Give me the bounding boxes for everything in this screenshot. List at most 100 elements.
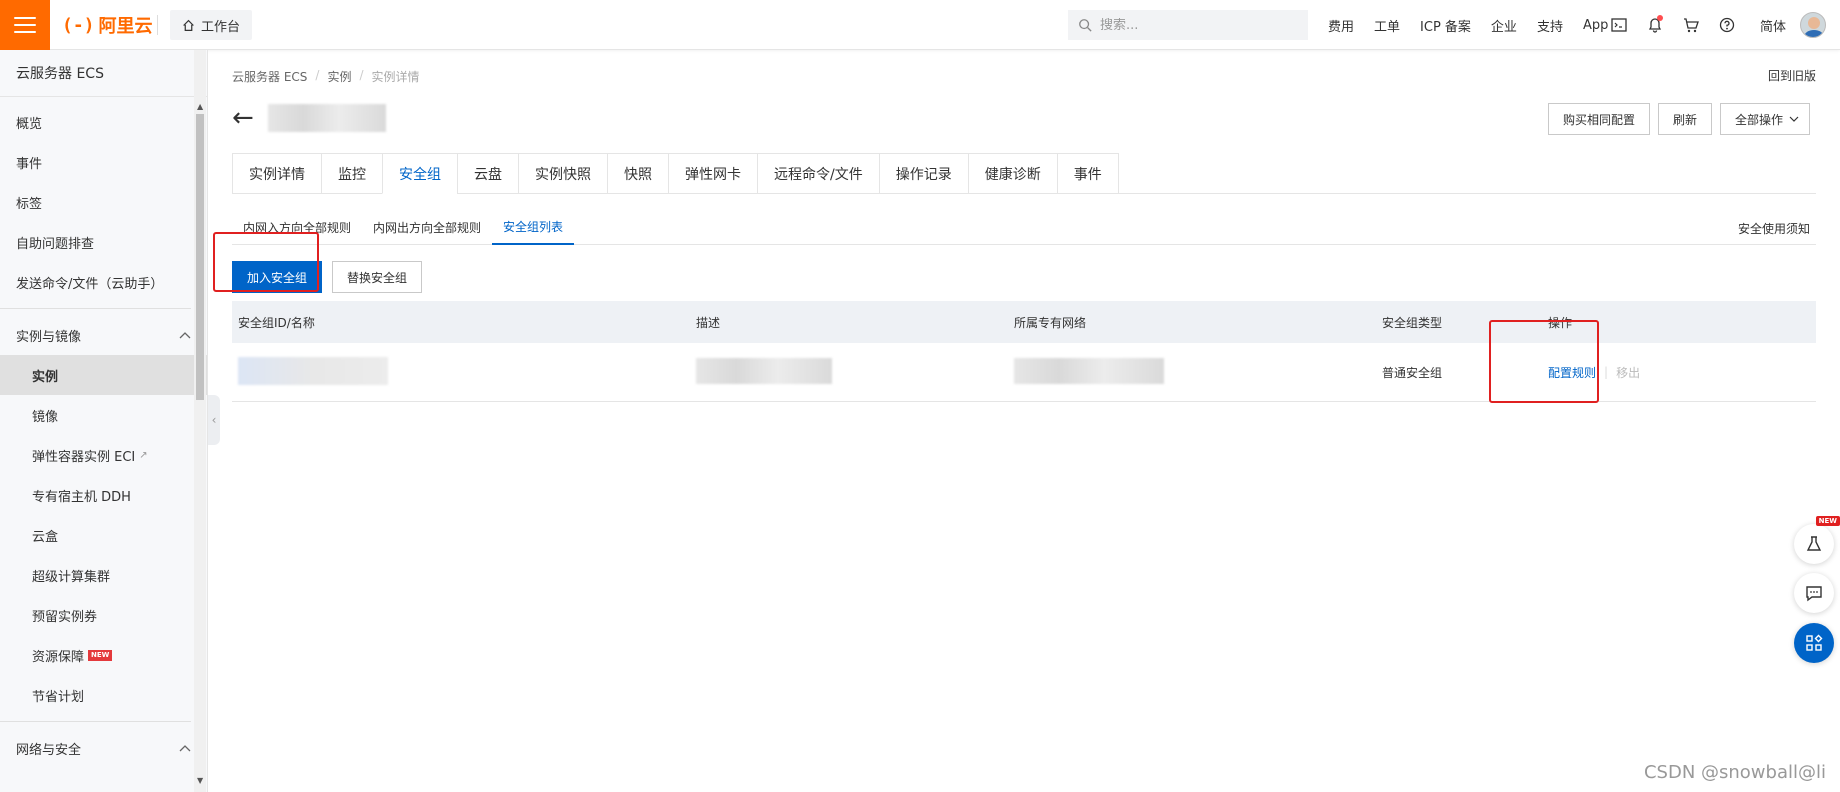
cell-vpc [1008, 357, 1376, 387]
link-enterprise[interactable]: 企业 [1491, 16, 1517, 35]
breadcrumb-instances[interactable]: 实例 [327, 68, 351, 85]
sidebar-item-events[interactable]: 事件 [0, 142, 207, 182]
back-to-old-version-link[interactable]: 回到旧版 [1768, 67, 1816, 84]
breadcrumb-separator: / [315, 68, 320, 82]
all-operations-dropdown[interactable]: 全部操作 [1719, 103, 1810, 135]
notification-dot [1657, 15, 1663, 21]
highlight-box-join-button [213, 232, 319, 292]
watermark: CSDN @snowball@li [1643, 762, 1826, 783]
vpc-redacted[interactable] [1014, 357, 1164, 384]
cell-id-name [232, 356, 690, 388]
col-header-id-name: 安全组ID/名称 [238, 315, 315, 330]
lab-float-button[interactable]: NEW [1794, 516, 1840, 564]
security-subtabs: 内网入方向全部规则 内网出方向全部规则 安全组列表 [232, 210, 1816, 245]
scroll-up-icon[interactable]: ▲ [197, 102, 203, 111]
sidebar-scrollbar[interactable]: ▲ ▼ [194, 50, 206, 792]
tab-operation-logs[interactable]: 操作记录 [878, 153, 968, 194]
security-group-id-redacted[interactable] [238, 356, 388, 385]
apps-float-button[interactable] [1794, 623, 1834, 663]
bell-icon[interactable] [1646, 15, 1664, 34]
sidebar-item-troubleshoot[interactable]: 自助问题排查 [0, 222, 207, 262]
remove-link[interactable]: 移出 [1616, 364, 1640, 381]
aliyun-logo[interactable]: (-) 阿里云 [62, 12, 153, 38]
refresh-button[interactable]: 刷新 [1657, 103, 1712, 135]
sidebar-item-eci[interactable]: 弹性容器实例 ECI ↗ [0, 435, 207, 475]
back-arrow-icon[interactable]: ← [232, 105, 254, 131]
tab-monitoring[interactable]: 监控 [321, 153, 382, 194]
sidebar-item-scc[interactable]: 超级计算集群 [0, 555, 207, 595]
sidebar-collapse-handle[interactable]: ‹ [208, 395, 220, 445]
new-badge: NEW [1815, 516, 1840, 526]
terminal-icon[interactable] [1610, 16, 1628, 34]
link-support[interactable]: 支持 [1537, 16, 1563, 35]
tab-eni[interactable]: 弹性网卡 [668, 153, 757, 194]
main-content: 云服务器 ECS / 实例 / 实例详情 回到旧版 ← 购买相同配置 刷新 全部… [213, 50, 1822, 792]
sidebar-item-resource-assurance[interactable]: 资源保障 NEW [0, 635, 207, 675]
tab-instance-details[interactable]: 实例详情 [232, 153, 321, 194]
link-billing[interactable]: 费用 [1328, 16, 1354, 35]
home-icon [183, 19, 194, 31]
chat-float-button[interactable] [1794, 573, 1834, 613]
divider [0, 308, 191, 309]
link-icp[interactable]: ICP 备案 [1420, 16, 1471, 35]
page-title-row: ← [232, 102, 386, 134]
breadcrumb-separator: / [359, 68, 364, 82]
tab-snapshots[interactable]: 快照 [607, 153, 668, 194]
new-badge: NEW [88, 649, 113, 661]
tab-events[interactable]: 事件 [1056, 153, 1119, 194]
help-icon[interactable] [1718, 16, 1736, 34]
sidebar-item-overview[interactable]: 概览 [0, 102, 207, 142]
sidebar-title: 云服务器 ECS [0, 50, 207, 97]
cart-icon[interactable] [1682, 16, 1700, 34]
sidebar-group-instances-images[interactable]: 实例与镜像 [0, 315, 207, 355]
chevron-down-icon [1789, 116, 1799, 122]
divider: | [1604, 365, 1609, 379]
hamburger-menu-icon[interactable] [0, 0, 50, 50]
workbench-label: 工作台 [201, 19, 241, 35]
apps-grid-icon [1806, 634, 1823, 651]
sidebar-item-ddh[interactable]: 专有宿主机 DDH [0, 475, 207, 515]
language-switch[interactable]: 简体 [1760, 16, 1786, 35]
replace-security-group-button[interactable]: 替换安全组 [332, 261, 423, 293]
logo-text: 阿里云 [98, 16, 153, 37]
sidebar: 云服务器 ECS 概览 事件 标签 自助问题排查 发送命令/文件（云助手） 实例… [0, 50, 208, 792]
description-redacted [696, 357, 832, 384]
sidebar-item-cloudbox[interactable]: 云盒 [0, 515, 207, 555]
tab-security-groups[interactable]: 安全组 [382, 153, 457, 194]
sidebar-item-reserved[interactable]: 预留实例券 [0, 595, 207, 635]
top-navigation-bar: (-) 阿里云 工作台 费用 工单 ICP 备案 企业 支持 App 简体 [0, 0, 1840, 50]
buy-same-config-button[interactable]: 购买相同配置 [1547, 103, 1650, 135]
sidebar-item-label: 资源保障 [32, 649, 85, 665]
scroll-down-icon[interactable]: ▼ [197, 776, 203, 785]
scrollbar-thumb[interactable] [196, 114, 204, 400]
instance-tabs: 实例详情 监控 安全组 云盘 实例快照 快照 弹性网卡 远程命令/文件 操作记录… [232, 153, 1816, 194]
sidebar-item-instances[interactable]: 实例 [0, 355, 207, 395]
search-input[interactable] [1100, 17, 1290, 33]
all-operations-label: 全部操作 [1734, 112, 1783, 127]
sidebar-item-images[interactable]: 镜像 [0, 395, 207, 435]
link-ticket[interactable]: 工单 [1374, 16, 1400, 35]
sidebar-item-send-command[interactable]: 发送命令/文件（云助手） [0, 262, 207, 302]
breadcrumb-current: 实例详情 [371, 70, 420, 84]
group-label: 网络与安全 [16, 742, 82, 758]
global-search[interactable] [1068, 10, 1308, 40]
col-header-description: 描述 [696, 315, 721, 330]
sidebar-item-savings-plan[interactable]: 节省计划 [0, 675, 207, 715]
chevron-up-icon [179, 332, 191, 339]
subtab-security-group-list[interactable]: 安全组列表 [492, 210, 575, 245]
tab-instance-snapshots[interactable]: 实例快照 [518, 153, 607, 194]
sidebar-item-tags[interactable]: 标签 [0, 182, 207, 222]
workbench-button[interactable]: 工作台 [170, 10, 253, 40]
link-app[interactable]: App [1583, 18, 1608, 33]
flask-icon [1806, 536, 1822, 551]
sidebar-group-network-security[interactable]: 网络与安全 [0, 728, 207, 768]
security-notice-link[interactable]: 安全使用须知 [1738, 220, 1810, 237]
tab-remote-commands[interactable]: 远程命令/文件 [757, 153, 879, 194]
user-avatar[interactable] [1800, 12, 1826, 38]
subtab-outbound-rules[interactable]: 内网出方向全部规则 [362, 210, 492, 245]
breadcrumb-ecs[interactable]: 云服务器 ECS [232, 68, 307, 85]
breadcrumb: 云服务器 ECS / 实例 / 实例详情 [232, 68, 420, 85]
cell-description [690, 357, 1008, 387]
tab-disks[interactable]: 云盘 [457, 153, 518, 194]
tab-health-diagnosis[interactable]: 健康诊断 [967, 153, 1057, 194]
